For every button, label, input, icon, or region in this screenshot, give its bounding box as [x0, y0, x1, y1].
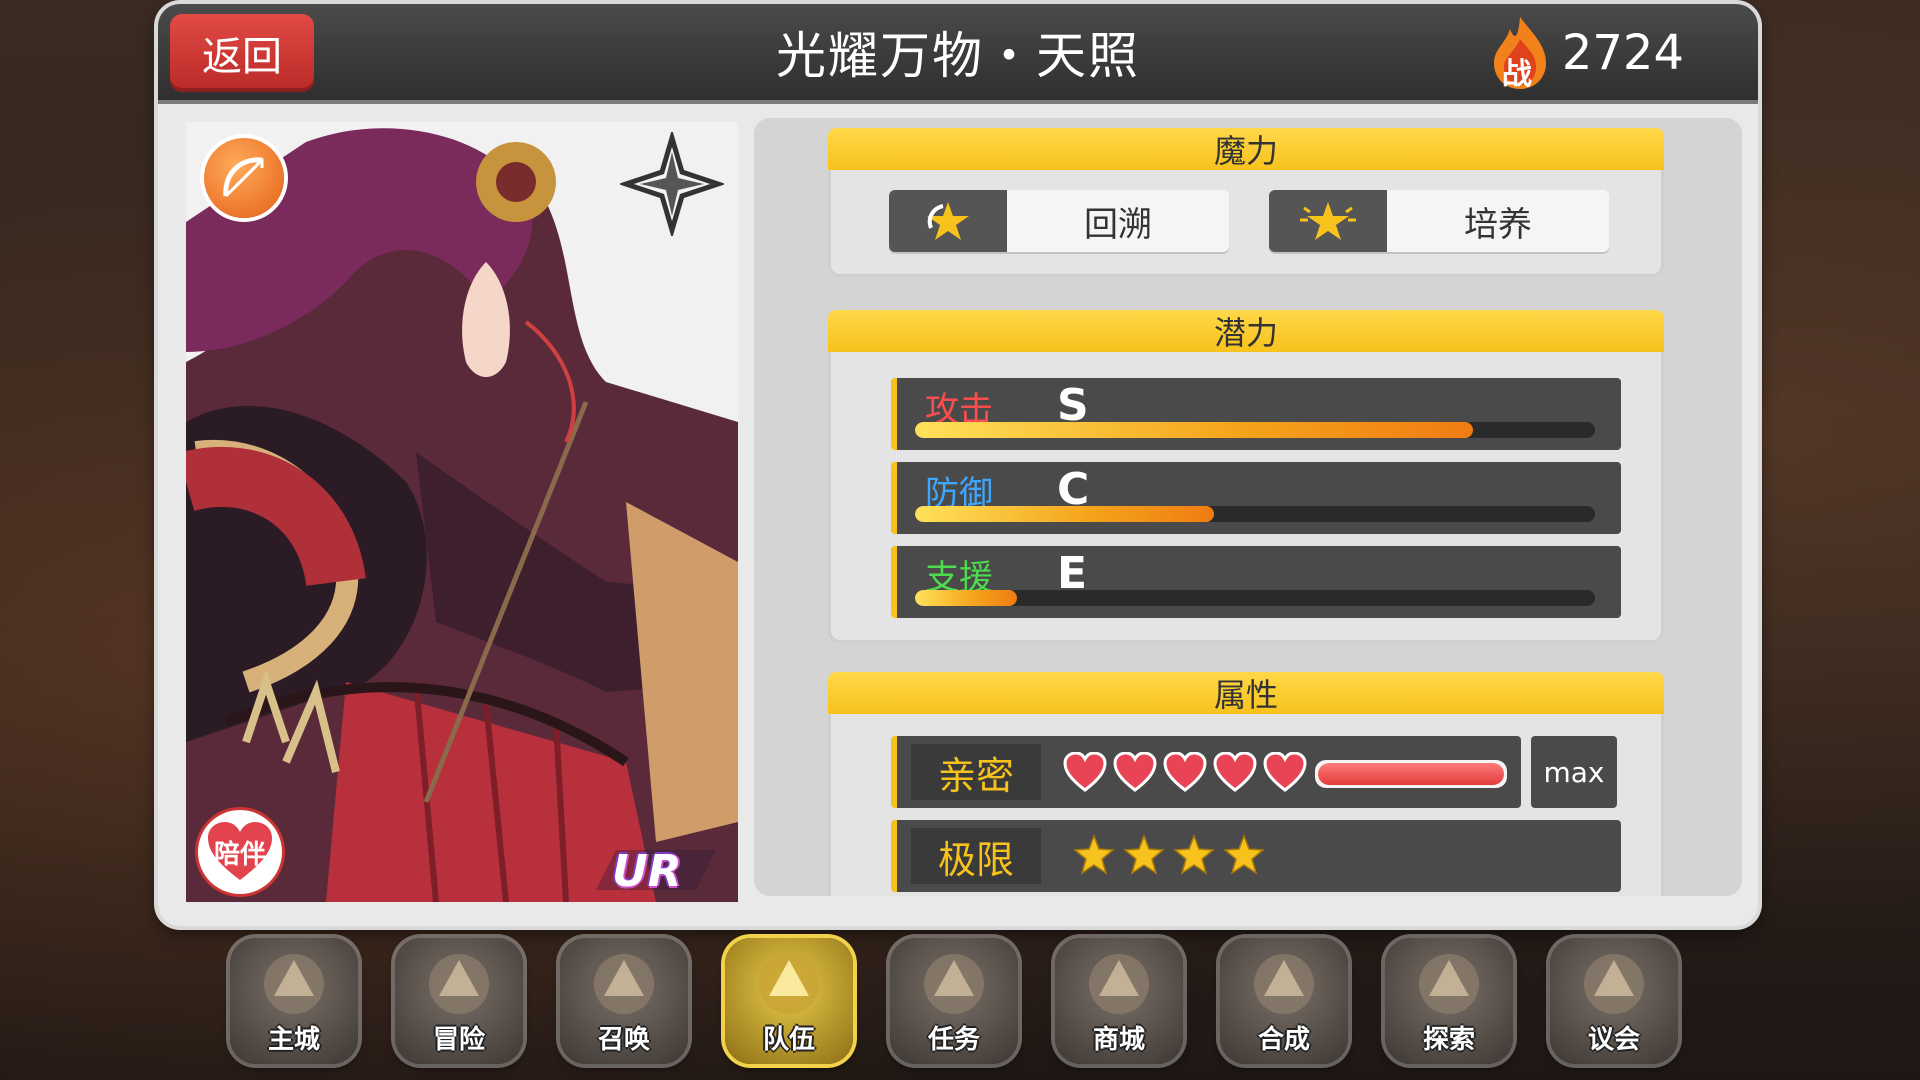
- affinity-label: 亲密: [911, 744, 1041, 800]
- book-icon: [924, 954, 984, 1014]
- star-icon: [1073, 834, 1115, 875]
- limit-label: 极限: [911, 828, 1041, 884]
- wind-element-icon: [618, 129, 726, 239]
- star-icon: [1173, 834, 1215, 875]
- magic-section-body: 回溯 培养: [828, 170, 1664, 277]
- nav-item-1[interactable]: 冒险: [395, 938, 523, 1064]
- potential-section: 潜力 攻击 S 防御 C 支援 E: [828, 310, 1664, 643]
- defense-bar: [915, 506, 1595, 522]
- nav-item-2[interactable]: 召唤: [560, 938, 688, 1064]
- header-bar: 光耀万物・天照 返回 战 2724: [158, 4, 1758, 104]
- rewind-label: 回溯: [1007, 190, 1229, 252]
- nav-label: 冒险: [432, 1025, 485, 1055]
- affinity-hearts: [1063, 752, 1313, 796]
- rarity-badge: UR: [586, 844, 726, 897]
- character-portrait: 陪伴 UR: [186, 122, 738, 902]
- nav-item-5[interactable]: 商城: [1055, 938, 1183, 1064]
- bow-icon: [204, 138, 284, 218]
- limit-row: 极限: [891, 820, 1621, 892]
- rewind-button[interactable]: 回溯: [889, 190, 1229, 252]
- character-artwork: [186, 122, 738, 902]
- attack-bar-fill: [915, 422, 1473, 438]
- wings-emblem-icon: [759, 954, 819, 1014]
- potential-section-title: 潜力: [828, 310, 1664, 352]
- affinity-bar-fill: [1318, 763, 1504, 785]
- shovel-icon: [1419, 954, 1479, 1014]
- companion-button[interactable]: 陪伴: [198, 810, 282, 894]
- limit-stars: [1073, 834, 1273, 880]
- magic-section-title: 魔力: [828, 128, 1664, 170]
- potential-section-body: 攻击 S 防御 C 支援 E: [828, 352, 1664, 643]
- bottom-nav: 主城 冒险 召唤 队伍 任务 商城 合成 探索 议会: [230, 938, 1690, 1068]
- nav-label: 队伍: [762, 1025, 815, 1055]
- affinity-bar: [1315, 760, 1507, 788]
- character-detail-window: 光耀万物・天照 返回 战 2724 陪伴 UR 魔力 回溯 培养 潜力 攻击 S…: [158, 4, 1758, 926]
- power-value: 2724: [1561, 25, 1684, 81]
- tree-shop-icon: [1089, 954, 1149, 1014]
- nav-item-6[interactable]: 合成: [1220, 938, 1348, 1064]
- crown-icon: [264, 954, 324, 1014]
- back-button[interactable]: 返回: [170, 14, 314, 92]
- nav-label: 任务: [927, 1025, 980, 1055]
- heart-icon: [1163, 752, 1207, 792]
- nav-label: 合成: [1257, 1025, 1310, 1055]
- companion-label: 陪伴: [213, 839, 266, 870]
- magic-section: 魔力 回溯 培养: [828, 128, 1664, 277]
- nav-item-3[interactable]: 队伍: [725, 938, 853, 1064]
- nav-item-0[interactable]: 主城: [230, 938, 358, 1064]
- rarity-label: UR: [612, 846, 682, 897]
- heart-icon: [1213, 752, 1257, 792]
- support-stat-row: 支援 E: [891, 546, 1621, 618]
- attack-bar: [915, 422, 1595, 438]
- attack-stat-row: 攻击 S: [891, 378, 1621, 450]
- nav-label: 议会: [1587, 1025, 1640, 1055]
- swords-icon: [429, 954, 489, 1014]
- attributes-section-title: 属性: [828, 672, 1664, 714]
- combat-power: 战 2724: [1488, 14, 1684, 92]
- nav-item-8[interactable]: 议会: [1550, 938, 1678, 1064]
- nav-label: 主城: [267, 1025, 320, 1055]
- card-icon: [594, 954, 654, 1014]
- nav-item-7[interactable]: 探索: [1385, 938, 1513, 1064]
- heart-icon: [1113, 752, 1157, 792]
- train-label: 培养: [1387, 190, 1609, 252]
- power-icon-text: 战: [1501, 57, 1532, 92]
- nav-label: 召唤: [597, 1025, 650, 1055]
- council-emblem-icon: [1584, 954, 1644, 1014]
- flame-icon: 战: [1488, 15, 1552, 92]
- nav-label: 商城: [1092, 1025, 1145, 1055]
- train-button[interactable]: 培养: [1269, 190, 1609, 252]
- support-bar: [915, 590, 1595, 606]
- star-icon: [1123, 834, 1165, 875]
- affinity-row: 亲密: [891, 736, 1521, 808]
- nav-item-4[interactable]: 任务: [890, 938, 1018, 1064]
- star-icon: [1223, 834, 1265, 875]
- defense-bar-fill: [915, 506, 1215, 522]
- nav-label: 探索: [1422, 1025, 1475, 1055]
- heart-icon: [1263, 752, 1307, 792]
- attributes-section: 属性 亲密 max 极限: [828, 672, 1664, 896]
- potion-icon: [1254, 954, 1314, 1014]
- defense-stat-row: 防御 C: [891, 462, 1621, 534]
- heart-icon: [1063, 752, 1107, 792]
- stats-panel: 魔力 回溯 培养 潜力 攻击 S 防御 C 支援 E 属性 亲密 max 极限: [754, 118, 1742, 896]
- sparkle-star-icon: [1269, 190, 1387, 252]
- attributes-section-body: 亲密 max 极限: [828, 714, 1664, 896]
- affinity-max-badge: max: [1531, 736, 1617, 808]
- rewind-star-icon: [889, 190, 1007, 252]
- support-bar-fill: [915, 590, 1017, 606]
